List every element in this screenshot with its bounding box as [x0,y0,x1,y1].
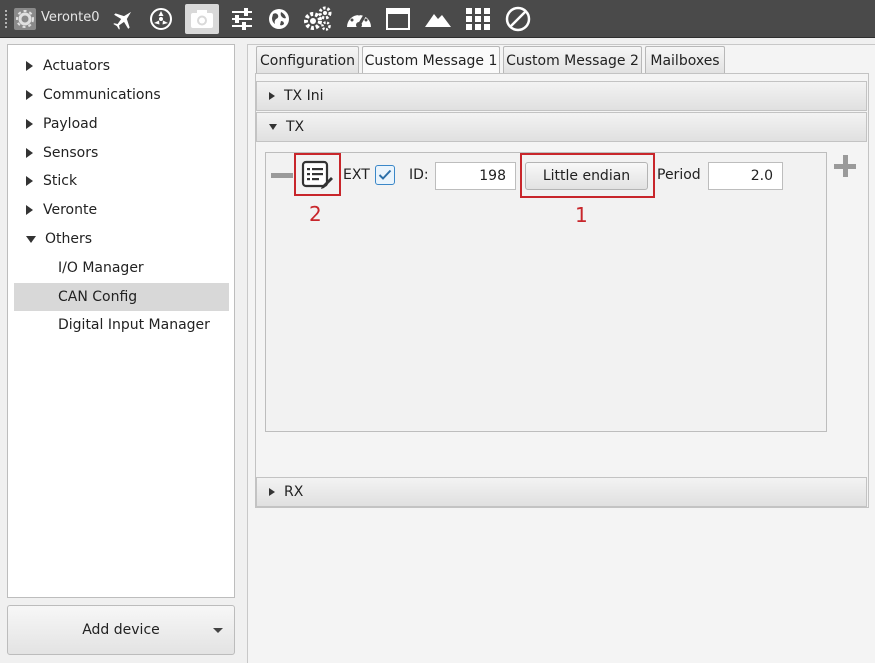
tree-item-label: Sensors [43,145,99,161]
tab-label: Mailboxes [650,52,720,69]
section-tx[interactable]: TX [256,112,867,142]
tree-item-label: Others [45,231,93,247]
dropdown-caret-icon[interactable] [213,628,223,633]
tree-item-label: I/O Manager [58,260,144,276]
window-icon[interactable] [383,4,413,34]
tree-item-sensors[interactable]: Sensors [8,139,234,167]
tab-label: Custom Message 2 [506,52,639,69]
add-device-button[interactable]: Add device [7,605,235,655]
airplane-icon[interactable] [110,4,138,34]
tab-custom-message-1[interactable]: Custom Message 1 [362,46,500,75]
expand-arrow-icon[interactable] [269,488,275,496]
tree-item-label: Communications [43,87,161,103]
section-title: TX [286,119,305,135]
expand-arrow-icon[interactable] [26,176,33,186]
globe-icon[interactable] [265,4,293,34]
section-title: RX [284,484,304,500]
tree-item-communications[interactable]: Communications [8,81,234,109]
expand-arrow-icon[interactable] [26,148,33,158]
tree-item-payload[interactable]: Payload [8,110,234,138]
device-name[interactable]: Veronte0 [41,10,100,25]
device-tree: Actuators Communications Payload Sensors… [7,44,235,598]
top-toolbar: Veronte0 [0,0,875,38]
period-label: Period [657,167,701,183]
annotation-box-2 [294,153,341,196]
expand-arrow-icon[interactable] [26,90,33,100]
tree-item-actuators[interactable]: Actuators [8,52,234,80]
expand-arrow-icon[interactable] [269,92,275,100]
gears-icon[interactable] [302,4,334,34]
annotation-box-1 [520,153,655,198]
expand-arrow-icon[interactable] [26,61,33,71]
tree-item-veronte[interactable]: Veronte [8,196,234,224]
gear-icon[interactable] [14,8,36,30]
tree-item-label: Stick [43,173,78,189]
id-input[interactable]: 198 [435,162,516,190]
ext-label: EXT [343,167,370,183]
period-input[interactable]: 2.0 [708,162,783,190]
add-message-icon-vertical[interactable] [843,155,848,177]
radiation-icon[interactable] [147,4,175,34]
checkmark-icon [378,169,392,180]
section-rx[interactable]: RX [256,477,867,507]
camera-icon[interactable] [185,4,219,34]
grid-icon[interactable] [463,4,493,34]
toolbar-grip[interactable] [4,9,8,29]
tree-item-stick[interactable]: Stick [8,167,234,195]
mountain-icon[interactable] [423,4,453,34]
section-title: TX Ini [284,88,324,104]
id-label: ID: [409,167,429,183]
tree-item-can-config[interactable]: CAN Config [14,283,229,311]
collapse-arrow-icon[interactable] [26,235,36,243]
ext-checkbox[interactable] [375,165,395,185]
add-device-label: Add device [82,622,160,638]
tree-item-label: Payload [43,116,98,132]
tab-custom-message-2[interactable]: Custom Message 2 [503,46,642,74]
tree-item-io-manager[interactable]: I/O Manager [8,254,234,282]
no-entry-icon[interactable] [503,4,533,34]
tab-mailboxes[interactable]: Mailboxes [645,46,725,74]
expand-arrow-icon[interactable] [26,119,33,129]
tab-configuration[interactable]: Configuration [256,46,359,74]
expand-arrow-icon[interactable] [26,205,33,215]
annotation-number-1: 1 [575,203,588,227]
annotation-number-2: 2 [309,202,322,226]
tree-item-label: Digital Input Manager [58,317,210,333]
collapse-arrow-icon[interactable] [269,124,277,130]
tree-item-digital-input-manager[interactable]: Digital Input Manager [8,311,234,339]
tree-item-label: Veronte [43,202,98,218]
tab-label: Custom Message 1 [364,53,498,69]
section-tx-ini[interactable]: TX Ini [256,81,867,111]
tab-label: Configuration [260,52,355,69]
tree-item-label: Actuators [43,58,111,74]
gauge-icon[interactable] [343,4,375,34]
remove-message-icon[interactable] [271,173,293,178]
tree-item-others[interactable]: Others [8,225,234,253]
sliders-icon[interactable] [228,4,256,34]
tree-item-label: CAN Config [58,289,138,305]
